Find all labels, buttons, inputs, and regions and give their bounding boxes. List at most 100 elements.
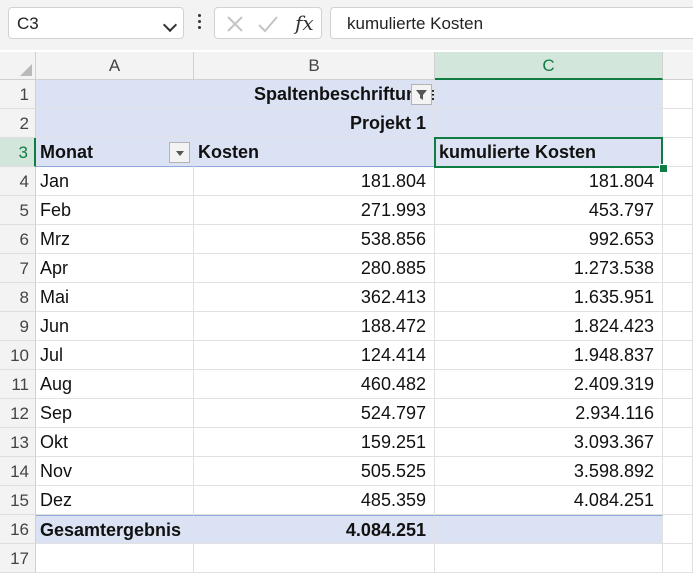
empty-cell-d1[interactable] xyxy=(663,80,693,109)
pivot-row-cumulative-cost[interactable]: 992.653 xyxy=(435,225,663,254)
pivot-row-month[interactable]: Mai xyxy=(36,283,194,312)
row-header-17[interactable]: 17 xyxy=(0,544,36,573)
row-header-11[interactable]: 11 xyxy=(0,370,36,399)
empty-cell-d15[interactable] xyxy=(663,486,693,515)
empty-cell-d17[interactable] xyxy=(663,544,693,573)
formula-input[interactable]: kumulierte Kosten xyxy=(330,7,693,39)
empty-cell-c17[interactable] xyxy=(435,544,663,573)
column-header-a[interactable]: A xyxy=(36,52,194,80)
name-box[interactable]: C3 xyxy=(8,7,184,39)
row-header-6[interactable]: 6 xyxy=(0,225,36,254)
fill-handle[interactable] xyxy=(659,164,668,173)
pivot-row-month[interactable]: Jan xyxy=(36,167,194,196)
empty-cell-d8[interactable] xyxy=(663,283,693,312)
pivot-row-month[interactable]: Sep xyxy=(36,399,194,428)
pivot-row-cumulative-cost[interactable]: 3.093.367 xyxy=(435,428,663,457)
filter-icon[interactable] xyxy=(411,84,432,105)
empty-cell-d5[interactable] xyxy=(663,196,693,225)
pivot-row-cumulative-cost[interactable]: 4.084.251 xyxy=(435,486,663,515)
cell-c2[interactable] xyxy=(435,109,663,138)
select-all-corner[interactable] xyxy=(0,52,36,80)
name-box-value: C3 xyxy=(17,14,39,33)
pivot-total-value[interactable]: 4.084.251 xyxy=(194,515,435,544)
pivot-row-cumulative-cost[interactable]: 1.824.423 xyxy=(435,312,663,341)
formula-actions: fx xyxy=(214,7,322,39)
empty-cell-a17[interactable] xyxy=(36,544,194,573)
cell-a1[interactable] xyxy=(36,80,194,109)
pivot-row-month[interactable]: Feb xyxy=(36,196,194,225)
more-options-icon[interactable] xyxy=(198,14,202,32)
pivot-row-cost[interactable]: 159.251 xyxy=(194,428,435,457)
pivot-row-month[interactable]: Mrz xyxy=(36,225,194,254)
cell-a2[interactable] xyxy=(36,109,194,138)
row-filter-dropdown-icon[interactable] xyxy=(169,142,190,163)
empty-cell-d10[interactable] xyxy=(663,341,693,370)
pivot-row-cumulative-cost[interactable]: 453.797 xyxy=(435,196,663,225)
pivot-row-month[interactable]: Nov xyxy=(36,457,194,486)
empty-cell-d13[interactable] xyxy=(663,428,693,457)
row-header-14[interactable]: 14 xyxy=(0,457,36,486)
pivot-row-month[interactable]: Apr xyxy=(36,254,194,283)
pivot-row-cost[interactable]: 280.885 xyxy=(194,254,435,283)
row-header-2[interactable]: 2 xyxy=(0,109,36,138)
pivot-total-label[interactable]: Gesamtergebnis xyxy=(36,515,194,544)
pivot-row-cumulative-cost[interactable]: 3.598.892 xyxy=(435,457,663,486)
row-header-12[interactable]: 12 xyxy=(0,399,36,428)
empty-cell-d7[interactable] xyxy=(663,254,693,283)
row-header-4[interactable]: 4 xyxy=(0,167,36,196)
pivot-column-labels-header[interactable]: Spaltenbeschriftungen xyxy=(194,80,435,109)
empty-cell-d14[interactable] xyxy=(663,457,693,486)
row-header-9[interactable]: 9 xyxy=(0,312,36,341)
empty-cell-d9[interactable] xyxy=(663,312,693,341)
pivot-row-month[interactable]: Okt xyxy=(36,428,194,457)
pivot-row-month[interactable]: Dez xyxy=(36,486,194,515)
pivot-row-cost[interactable]: 271.993 xyxy=(194,196,435,225)
empty-cell-d12[interactable] xyxy=(663,399,693,428)
row-header-10[interactable]: 10 xyxy=(0,341,36,370)
pivot-row-month[interactable]: Jun xyxy=(36,312,194,341)
chevron-down-icon[interactable] xyxy=(162,17,178,33)
empty-cell-d16[interactable] xyxy=(663,515,693,544)
pivot-row-cost[interactable]: 362.413 xyxy=(194,283,435,312)
formula-value: kumulierte Kosten xyxy=(347,14,484,33)
pivot-row-cost[interactable]: 524.797 xyxy=(194,399,435,428)
row-header-16[interactable]: 16 xyxy=(0,515,36,544)
pivot-row-cumulative-cost[interactable]: 1.635.951 xyxy=(435,283,663,312)
cell-c1[interactable] xyxy=(435,80,663,109)
empty-cell-b17[interactable] xyxy=(194,544,435,573)
empty-cell-d3[interactable] xyxy=(663,138,693,167)
pivot-row-cumulative-cost[interactable]: 2.934.116 xyxy=(435,399,663,428)
row-header-8[interactable]: 8 xyxy=(0,283,36,312)
column-header-b[interactable]: B xyxy=(194,52,435,80)
pivot-row-cumulative-cost[interactable]: 1.948.837 xyxy=(435,341,663,370)
fx-icon[interactable]: fx xyxy=(295,11,314,35)
row-header-15[interactable]: 15 xyxy=(0,486,36,515)
pivot-row-cost[interactable]: 505.525 xyxy=(194,457,435,486)
row-header-1[interactable]: 1 xyxy=(0,80,36,109)
pivot-row-cost[interactable]: 124.414 xyxy=(194,341,435,370)
pivot-row-cost[interactable]: 485.359 xyxy=(194,486,435,515)
pivot-total-cumulative[interactable] xyxy=(435,515,663,544)
pivot-project-label[interactable]: Projekt 1 xyxy=(194,109,435,138)
pivot-row-cumulative-cost[interactable]: 181.804 xyxy=(435,167,663,196)
cancel-x-icon[interactable] xyxy=(225,14,245,34)
pivot-row-cost[interactable]: 188.472 xyxy=(194,312,435,341)
column-header-c[interactable]: C xyxy=(435,52,663,80)
pivot-value-header-kosten[interactable]: Kosten xyxy=(194,138,435,167)
pivot-row-cost[interactable]: 181.804 xyxy=(194,167,435,196)
pivot-row-month[interactable]: Aug xyxy=(36,370,194,399)
row-header-3[interactable]: 3 xyxy=(0,138,36,167)
pivot-row-cumulative-cost[interactable]: 2.409.319 xyxy=(435,370,663,399)
empty-cell-d11[interactable] xyxy=(663,370,693,399)
empty-cell-d2[interactable] xyxy=(663,109,693,138)
pivot-row-month[interactable]: Jul xyxy=(36,341,194,370)
pivot-row-cumulative-cost[interactable]: 1.273.538 xyxy=(435,254,663,283)
row-header-5[interactable]: 5 xyxy=(0,196,36,225)
confirm-check-icon[interactable] xyxy=(257,14,279,34)
row-header-13[interactable]: 13 xyxy=(0,428,36,457)
column-header-d[interactable] xyxy=(663,52,693,80)
row-header-7[interactable]: 7 xyxy=(0,254,36,283)
pivot-row-cost[interactable]: 460.482 xyxy=(194,370,435,399)
empty-cell-d6[interactable] xyxy=(663,225,693,254)
pivot-row-cost[interactable]: 538.856 xyxy=(194,225,435,254)
